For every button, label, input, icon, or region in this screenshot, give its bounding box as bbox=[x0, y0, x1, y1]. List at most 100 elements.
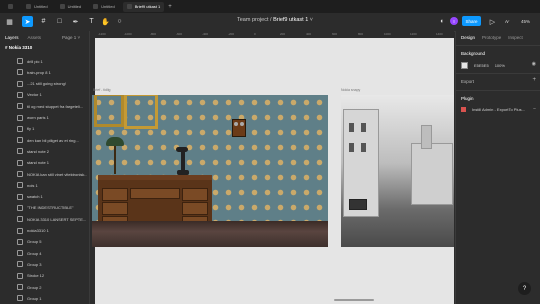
comment-tool-icon[interactable]: ○ bbox=[114, 16, 125, 27]
move-tool-icon[interactable]: ➤ bbox=[22, 16, 33, 27]
layer-item[interactable]: train-prop 8 1 bbox=[17, 69, 87, 76]
layer-item[interactable]: NOKIA 3310 LANSERT SEPTE... bbox=[17, 216, 87, 223]
canvas[interactable]: -1200 -1000 -800 -600 -400 -200 0 200 400 600 800 1… bbox=[90, 31, 454, 304]
layer-item[interactable]: worn paris 1 bbox=[17, 114, 87, 121]
new-tab-icon[interactable]: + bbox=[168, 4, 172, 10]
layer-label: nokia3310 1 bbox=[27, 228, 49, 233]
layer-label: til og med stuppet fra fargeteli... bbox=[27, 103, 84, 109]
plugin-name[interactable]: Instill Admin - ExportTo Plus... bbox=[472, 107, 525, 112]
avatar[interactable]: I bbox=[450, 17, 458, 25]
horizontal-scrollbar[interactable] bbox=[334, 299, 374, 301]
layer-item[interactable]: Group 2 bbox=[17, 284, 87, 290]
plugin-icon bbox=[461, 107, 466, 112]
plugin-row[interactable]: Instill Admin - ExportTo Plus... bbox=[461, 107, 525, 112]
gold-picture-frame[interactable] bbox=[94, 95, 124, 127]
layer-item[interactable]: stand note 2 bbox=[17, 148, 87, 155]
file-tab[interactable]: Untitled bbox=[22, 2, 52, 12]
tab-assets[interactable]: Assets bbox=[28, 35, 42, 40]
multiplayer-icon[interactable]: A⁄ bbox=[505, 19, 509, 24]
gold-picture-frame[interactable] bbox=[124, 95, 158, 129]
file-tab[interactable]: Untitled bbox=[89, 2, 119, 12]
layer-type-icon bbox=[17, 171, 23, 177]
frame-label[interactable]: Brief - tidlig bbox=[93, 88, 111, 92]
file-tab[interactable]: Untitled bbox=[56, 2, 86, 12]
layer-label: worn paris 1 bbox=[27, 115, 49, 120]
layer-item[interactable]: Group 1 bbox=[17, 295, 87, 302]
zoom-level[interactable]: 45% bbox=[521, 19, 530, 24]
layer-label: stand note 2 bbox=[27, 148, 50, 154]
shape-tool-icon[interactable]: □ bbox=[54, 16, 65, 27]
layer-label: "THE INDESTRUCTIBLE" bbox=[27, 205, 74, 211]
file-icon bbox=[59, 4, 65, 9]
layer-label: ...21 still going strong! bbox=[27, 81, 66, 87]
hand-tool-icon[interactable]: ✋ bbox=[100, 16, 111, 27]
layer-type-icon bbox=[17, 148, 23, 155]
wooden-floor bbox=[92, 221, 328, 247]
tab-layers[interactable]: Layers bbox=[5, 35, 19, 40]
layer-item[interactable]: ...21 still going strong! bbox=[17, 80, 87, 87]
layer-item[interactable]: swatch 1 bbox=[17, 193, 87, 200]
remove-plugin-icon[interactable]: − bbox=[533, 106, 536, 112]
eye-icon[interactable]: ◉ bbox=[532, 61, 536, 67]
tab-prototype[interactable]: Prototype bbox=[482, 35, 501, 40]
layer-item[interactable]: drill pic 1 bbox=[17, 58, 87, 64]
ruler-mark: 0 bbox=[254, 32, 256, 36]
layer-item[interactable]: fly 1 bbox=[17, 125, 87, 132]
layer-item[interactable]: nois 1 bbox=[17, 182, 87, 189]
help-button[interactable]: ? bbox=[518, 282, 531, 295]
layer-type-icon bbox=[17, 159, 23, 166]
frame-tool-icon[interactable]: # bbox=[38, 16, 49, 27]
text-tool-icon[interactable]: T bbox=[86, 16, 97, 27]
background-color-row[interactable]: E5E5E5 100% bbox=[461, 62, 505, 69]
ruler-mark: 400 bbox=[306, 32, 312, 36]
layer-label: Vector 1 bbox=[27, 92, 42, 98]
wall-phone-image[interactable] bbox=[232, 119, 246, 137]
share-button[interactable]: Share bbox=[462, 16, 481, 26]
design-panel: Design Prototype Inspect Background E5E5… bbox=[455, 31, 540, 304]
file-tab-active[interactable]: Brief9 utkast 1 bbox=[122, 1, 165, 12]
layer-item[interactable]: Group 4 bbox=[17, 250, 87, 257]
layer-item[interactable]: stand note 1 bbox=[17, 159, 87, 166]
layer-type-icon bbox=[17, 272, 23, 279]
layer-label: train-prop 8 1 bbox=[27, 69, 51, 75]
tab-design[interactable]: Design bbox=[461, 35, 475, 40]
frame-label[interactable]: Nokia snapy bbox=[341, 88, 360, 92]
street-photo-frame[interactable] bbox=[341, 95, 454, 247]
layer-item[interactable]: NOKIA kan still vinet vitektronisk... bbox=[17, 171, 87, 177]
layer-item[interactable]: Stroke 12 bbox=[17, 272, 87, 279]
horizontal-ruler: -1200 -1000 -800 -600 -400 -200 0 200 400 600 800 1… bbox=[90, 31, 454, 38]
layer-item[interactable]: "THE INDESTRUCTIBLE" bbox=[17, 204, 87, 211]
layer-label: Group 3 bbox=[27, 261, 42, 267]
building bbox=[411, 143, 453, 205]
frame-layer[interactable]: # Nokia 3310 bbox=[5, 45, 32, 50]
wallpaper-frame[interactable] bbox=[92, 95, 328, 247]
layer-item[interactable]: Group 5 bbox=[17, 238, 87, 245]
ruler-mark: -400 bbox=[202, 32, 209, 36]
layer-item[interactable]: til og med stuppet fra fargeteli... bbox=[17, 103, 87, 110]
home-icon[interactable] bbox=[4, 2, 18, 12]
headphones-icon[interactable]: ◖ bbox=[436, 16, 447, 27]
background-opacity[interactable]: 100% bbox=[495, 63, 505, 68]
desk-lamp-image[interactable] bbox=[106, 137, 124, 175]
candlestick-phone-image[interactable] bbox=[176, 147, 190, 175]
layer-item[interactable]: den kan bli piliget av et ring... bbox=[17, 137, 87, 144]
layers-panel: Layers Assets Page 1 ˅ # Nokia 3310 dril… bbox=[0, 31, 90, 304]
layer-type-icon bbox=[17, 238, 23, 245]
layer-type-icon bbox=[17, 114, 23, 121]
color-swatch[interactable] bbox=[461, 62, 468, 69]
file-title[interactable]: Team project / Brief9 utkast 1 ˅ bbox=[237, 17, 313, 23]
layer-item[interactable]: Vector 1 bbox=[17, 91, 87, 98]
car bbox=[349, 199, 367, 210]
background-hex[interactable]: E5E5E5 bbox=[474, 63, 489, 68]
layer-type-icon bbox=[17, 125, 23, 132]
main-menu-icon[interactable]: ▦ bbox=[4, 16, 15, 27]
present-icon[interactable]: ▷ bbox=[487, 16, 498, 27]
page-selector[interactable]: Page 1 ˅ bbox=[62, 35, 80, 40]
tab-inspect[interactable]: Inspect bbox=[508, 35, 523, 40]
layer-type-icon bbox=[17, 261, 23, 268]
pen-tool-icon[interactable]: ✒ bbox=[70, 16, 81, 27]
add-export-icon[interactable]: + bbox=[532, 77, 536, 83]
layer-label: fly 1 bbox=[27, 126, 35, 132]
layer-item[interactable]: nokia3310 1 bbox=[17, 227, 87, 234]
layer-item[interactable]: Group 3 bbox=[17, 261, 87, 268]
